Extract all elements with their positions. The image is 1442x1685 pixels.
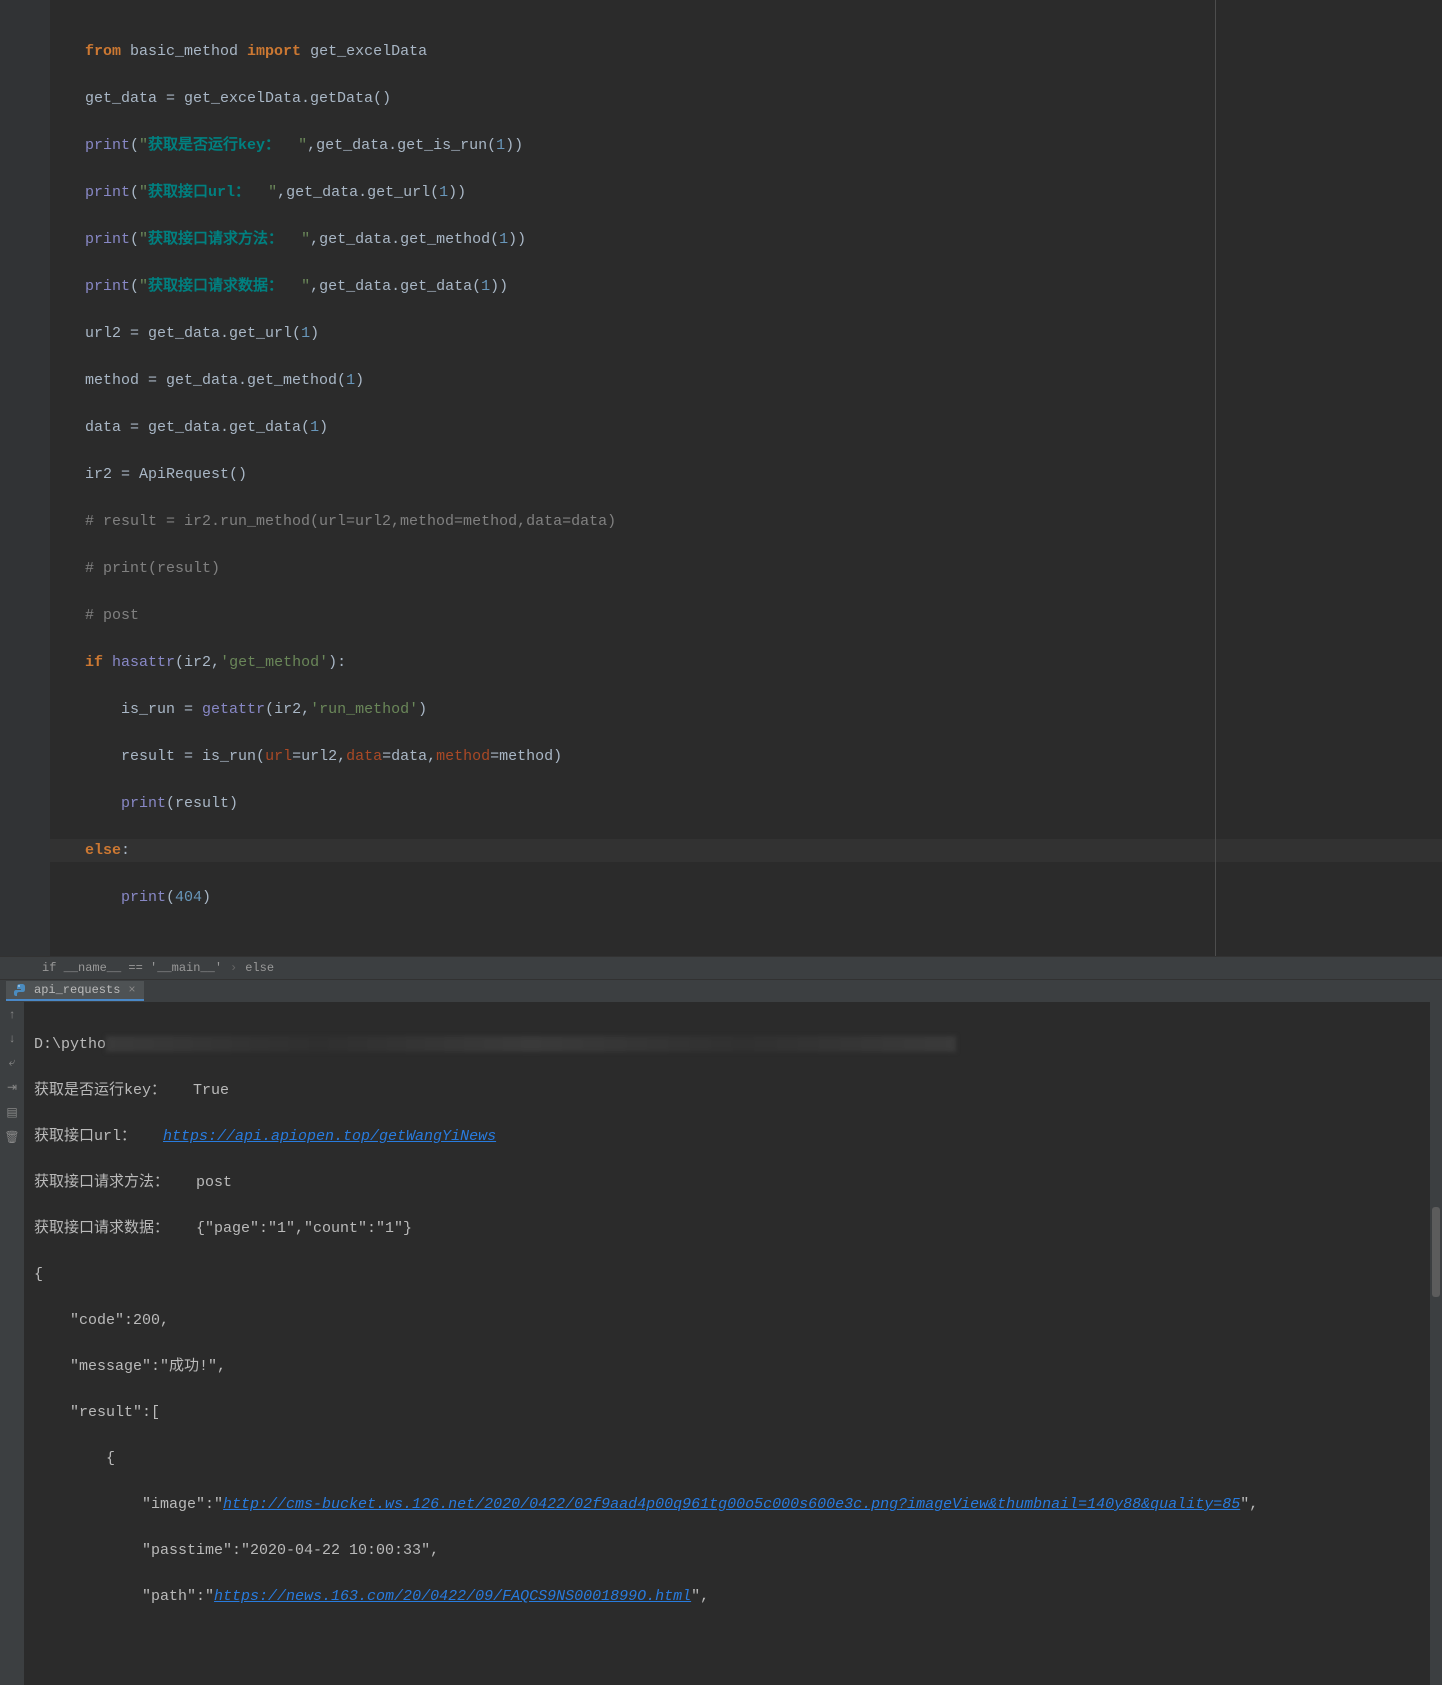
code-line[interactable]: print(404): [85, 886, 1442, 910]
console-line: "image":"http://cms-bucket.ws.126.net/20…: [34, 1493, 1432, 1516]
code-line[interactable]: ir2 = ApiRequest(): [85, 463, 1442, 487]
close-icon[interactable]: ×: [128, 983, 135, 997]
code-line[interactable]: data = get_data.get_data(1): [85, 416, 1442, 440]
console-line: 获取接口请求数据： {"page":"1","count":"1"}: [34, 1217, 1432, 1240]
redacted-path: [106, 1036, 956, 1052]
code-line[interactable]: result = is_run(url=url2,data=data,metho…: [85, 745, 1442, 769]
code-editor[interactable]: from basic_method import get_excelData g…: [0, 0, 1442, 956]
arrow-up-icon[interactable]: ↑: [8, 1008, 15, 1022]
code-line[interactable]: # result = ir2.run_method(url=url2,metho…: [85, 510, 1442, 534]
console-link-image[interactable]: http://cms-bucket.ws.126.net/2020/0422/0…: [223, 1496, 1240, 1513]
code-line-current[interactable]: else:: [50, 839, 1442, 863]
console-line: D:\pytho: [34, 1033, 1432, 1056]
export-icon[interactable]: ⇥: [7, 1080, 17, 1095]
console-line: 获取接口请求方法： post: [34, 1171, 1432, 1194]
breadcrumb-separator: ›: [230, 961, 237, 975]
console-output[interactable]: D:\pytho 获取是否运行key： True 获取接口url： https:…: [24, 1002, 1442, 1685]
code-line[interactable]: print("获取接口请求数据： ",get_data.get_data(1)): [85, 275, 1442, 299]
breadcrumb-bar[interactable]: if __name__ == '__main__' › else: [0, 956, 1442, 980]
code-line[interactable]: print(result): [85, 792, 1442, 816]
console-link-url[interactable]: https://api.apiopen.top/getWangYiNews: [163, 1128, 496, 1145]
editor-gutter: [0, 0, 50, 956]
scrollbar-thumb[interactable]: [1432, 1207, 1440, 1297]
code-line[interactable]: is_run = getattr(ir2,'run_method'): [85, 698, 1442, 722]
code-line[interactable]: from basic_method import get_excelData: [85, 40, 1442, 64]
console-line: "path":"https://news.163.com/20/0422/09/…: [34, 1585, 1432, 1608]
code-line[interactable]: print("获取接口url： ",get_data.get_url(1)): [85, 181, 1442, 205]
console-line: {: [34, 1263, 1432, 1286]
console-toolbar: ↑ ↓ ⤶ ⇥ ▤ 🗑: [0, 1002, 24, 1685]
console-line: "passtime":"2020-04-22 10:00:33",: [34, 1539, 1432, 1562]
run-tab-label: api_requests: [34, 983, 120, 997]
trash-icon[interactable]: 🗑: [4, 1130, 19, 1145]
right-margin-line: [1215, 0, 1216, 956]
code-line[interactable]: print("获取是否运行key： ",get_data.get_is_run(…: [85, 134, 1442, 158]
code-line[interactable]: get_data = get_excelData.getData(): [85, 87, 1442, 111]
run-tab-api-requests[interactable]: api_requests ×: [6, 981, 144, 1001]
code-line[interactable]: print("获取接口请求方法： ",get_data.get_method(1…: [85, 228, 1442, 252]
wrap-icon[interactable]: ⤶: [9, 1056, 16, 1070]
console-link-path[interactable]: https://news.163.com/20/0422/09/FAQCS9NS…: [214, 1588, 691, 1605]
code-line[interactable]: # print(result): [85, 557, 1442, 581]
print-icon[interactable]: ▤: [6, 1105, 17, 1120]
code-content[interactable]: from basic_method import get_excelData g…: [50, 0, 1442, 956]
code-line[interactable]: method = get_data.get_method(1): [85, 369, 1442, 393]
arrow-down-icon[interactable]: ↓: [8, 1032, 15, 1046]
console-line: "result":[: [34, 1401, 1432, 1424]
keyword-import: import: [247, 43, 310, 60]
code-line[interactable]: if hasattr(ir2,'get_method'):: [85, 651, 1442, 675]
console-line: "code":200,: [34, 1309, 1432, 1332]
console-line: 获取接口url： https://api.apiopen.top/getWang…: [34, 1125, 1432, 1148]
breadcrumb-item[interactable]: if __name__ == '__main__': [42, 961, 222, 975]
console-line: "message":"成功!",: [34, 1355, 1432, 1378]
run-tab-bar: api_requests ×: [0, 980, 1442, 1002]
code-line[interactable]: # post: [85, 604, 1442, 628]
python-file-icon: [14, 983, 28, 997]
console-scrollbar[interactable]: [1430, 1002, 1442, 1685]
console-line: {: [34, 1447, 1432, 1470]
breadcrumb-item[interactable]: else: [245, 961, 274, 975]
run-console: ↑ ↓ ⤶ ⇥ ▤ 🗑 D:\pytho 获取是否运行key： True 获取接…: [0, 1002, 1442, 1685]
code-line[interactable]: url2 = get_data.get_url(1): [85, 322, 1442, 346]
keyword-from: from: [85, 43, 130, 60]
console-line: 获取是否运行key： True: [34, 1079, 1432, 1102]
